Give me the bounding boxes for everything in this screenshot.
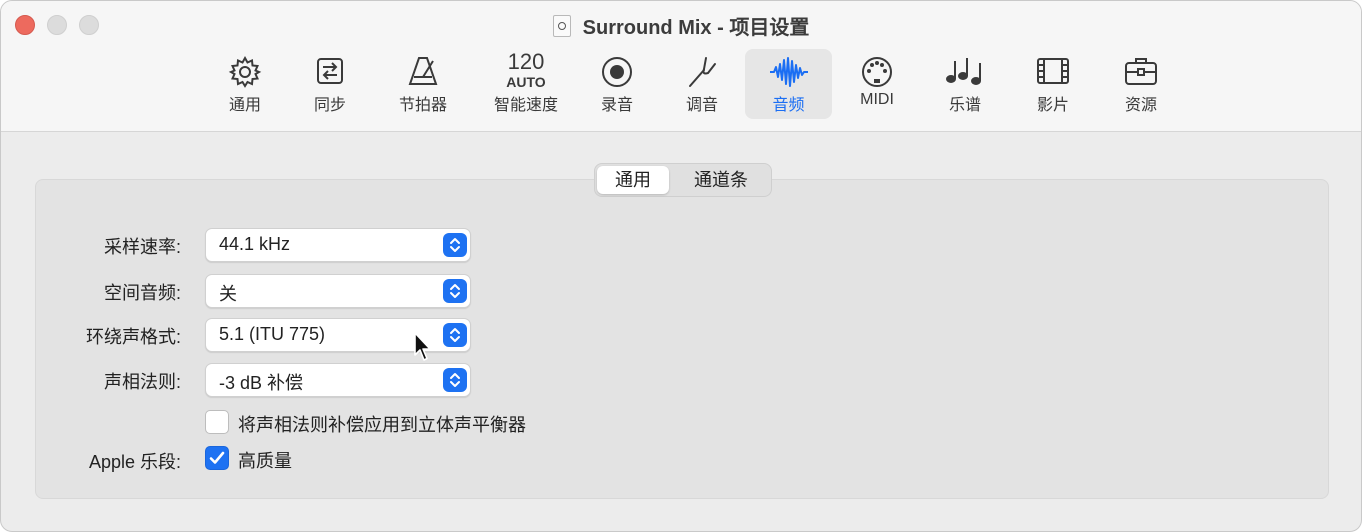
toolbar-sync-label: 同步 (313, 97, 346, 114)
metronome-icon (408, 57, 438, 85)
toolbar-tuning-label: 调音 (685, 97, 718, 114)
toolbar-audio[interactable]: 音频 (745, 49, 832, 119)
toolbar-movie[interactable]: 影片 (1023, 49, 1083, 119)
toolbar-assets[interactable]: 资源 (1111, 49, 1171, 119)
surround-format-label: 环绕声格式: (85, 327, 181, 347)
toolbar-general-label: 通用 (228, 97, 261, 114)
toolbar-metronome[interactable]: 节拍器 (385, 49, 461, 119)
apple-loops-high-quality-checkbox[interactable] (205, 446, 229, 470)
apple-loops-high-quality-label: 高质量 (238, 451, 292, 471)
toolbar-tuning[interactable]: 调音 (672, 49, 732, 119)
window-title-area: Surround Mix - 项目设置 (1, 11, 1361, 40)
toolbar-record[interactable]: 录音 (587, 49, 647, 119)
sample-rate-value: 44.1 kHz (219, 234, 291, 254)
toolbar-sync[interactable]: 同步 (300, 49, 360, 119)
pan-law-stereo-balancer-checkbox[interactable] (205, 410, 229, 434)
spatial-audio-popup[interactable]: 关 (205, 274, 471, 308)
briefcase-icon (1125, 58, 1157, 85)
midi-icon (862, 57, 892, 87)
surround-format-value: 5.1 (ITU 775) (219, 324, 326, 344)
mouse-pointer-icon (414, 332, 431, 361)
project-settings-window: Surround Mix - 项目设置 通用 同步 节拍器 120 AUTO 智… (0, 0, 1362, 532)
toolbar-record-label: 录音 (600, 97, 633, 114)
toolbar-audio-label: 音频 (772, 97, 805, 114)
tempo-value: 120 (507, 49, 545, 74)
spatial-audio-value: 关 (219, 284, 237, 304)
gear-icon (228, 55, 262, 88)
spatial-audio-label: 空间音频: (103, 283, 181, 303)
tab-channel-strips[interactable]: 通道条 (675, 166, 767, 194)
tab-control: 通用 通道条 (594, 163, 772, 197)
toolbar-metronome-label: 节拍器 (398, 97, 447, 114)
apple-loops-label: Apple 乐段: (88, 452, 181, 472)
pan-law-stereo-balancer-label: 将声相法则补偿应用到立体声平衡器 (238, 415, 526, 435)
chevron-up-down-icon (443, 279, 467, 303)
pan-law-popup[interactable]: -3 dB 补偿 (205, 363, 471, 397)
window-title: Surround Mix - 项目设置 (582, 17, 810, 39)
chevron-up-down-icon (443, 233, 467, 257)
sync-icon (317, 58, 343, 84)
checkmark-icon (209, 451, 225, 464)
title-bar: Surround Mix - 项目设置 通用 同步 节拍器 120 AUTO 智… (1, 1, 1361, 132)
toolbar-movie-label: 影片 (1036, 97, 1069, 114)
toolbar-score-label: 乐谱 (948, 97, 981, 114)
sample-rate-popup[interactable]: 44.1 kHz (205, 228, 471, 262)
tempo-mode: AUTO (506, 74, 546, 90)
toolbar-general[interactable]: 通用 (215, 49, 275, 119)
toolbar-midi[interactable]: MIDI (847, 49, 907, 119)
film-icon (1037, 58, 1069, 84)
tab-general[interactable]: 通用 (597, 166, 669, 194)
toolbar-assets-label: 资源 (1124, 97, 1157, 114)
record-icon (602, 57, 632, 87)
sample-rate-label: 采样速率: (103, 237, 181, 257)
chevron-up-down-icon (443, 323, 467, 347)
chevron-up-down-icon (443, 368, 467, 392)
tuning-fork-icon (689, 57, 716, 87)
toolbar-smart-tempo-label: 智能速度 (493, 97, 558, 114)
waveform-icon (769, 57, 808, 87)
score-notes-icon (946, 58, 981, 85)
pan-law-value: -3 dB 补偿 (219, 373, 304, 393)
toolbar-score[interactable]: 乐谱 (935, 49, 995, 119)
toolbar-smart-tempo[interactable]: 120 AUTO 智能速度 (483, 49, 569, 119)
document-icon (552, 15, 571, 37)
toolbar-midi-label: MIDI (860, 91, 894, 108)
pan-law-label: 声相法则: (103, 372, 181, 392)
